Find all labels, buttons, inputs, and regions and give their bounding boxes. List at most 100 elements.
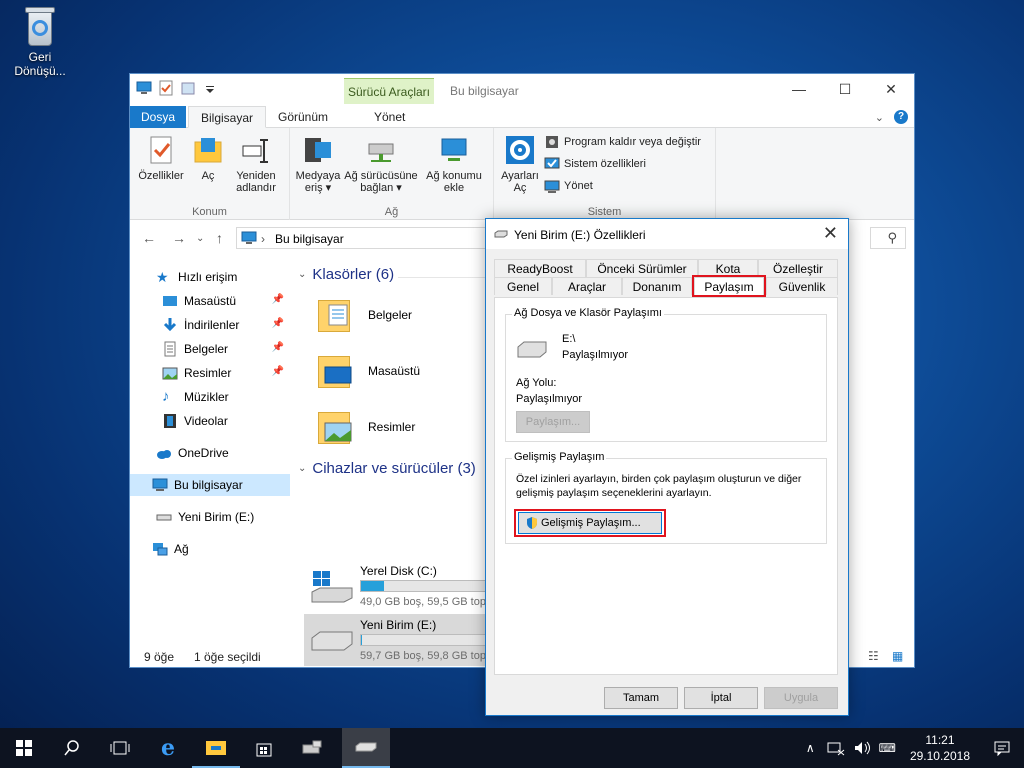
- tiles-view-icon[interactable]: ▦: [892, 649, 903, 663]
- properties-taskbar-button[interactable]: [342, 728, 390, 768]
- ribbon-expand-icon[interactable]: ⌄: [875, 111, 884, 124]
- access-media-button[interactable]: Medyaya eriş ▾: [294, 134, 342, 194]
- clock[interactable]: 11:21 29.10.2018: [910, 732, 970, 764]
- ok-button[interactable]: Tamam: [604, 687, 678, 709]
- properties-button[interactable]: Özellikler: [136, 134, 186, 182]
- add-network-location-button[interactable]: Ağ konumu ekle: [422, 134, 486, 194]
- folder-item[interactable]: Belgeler: [316, 296, 412, 334]
- breadcrumb[interactable]: Bu bilgisayar: [275, 232, 344, 246]
- up-arrow-icon[interactable]: ↑: [216, 230, 223, 246]
- task-view-button[interactable]: [96, 728, 144, 768]
- tab-hardware[interactable]: Donanım: [622, 277, 692, 295]
- computer-icon[interactable]: [136, 80, 152, 96]
- tab-file[interactable]: Dosya: [130, 106, 186, 128]
- minimize-button[interactable]: —: [776, 74, 822, 104]
- map-network-drive-button[interactable]: Ağ sürücüsüne bağlan ▾: [342, 134, 420, 194]
- open-button[interactable]: Aç: [190, 134, 226, 182]
- start-button[interactable]: [0, 728, 48, 768]
- title-bar: Sürücü Araçları Bu bilgisayar — ☐ ✕: [130, 74, 914, 104]
- nav-item-new-volume[interactable]: Yeni Birim (E:): [130, 506, 290, 528]
- edge-icon: e: [161, 735, 175, 761]
- uninstall-program-button[interactable]: Program kaldır veya değiştir: [544, 134, 701, 150]
- tab-general[interactable]: Genel: [494, 277, 552, 295]
- cancel-button[interactable]: İptal: [684, 687, 758, 709]
- back-arrow-icon[interactable]: ←: [142, 230, 156, 246]
- folders-section-header[interactable]: ⌄ Klasörler (6): [298, 266, 394, 283]
- folder-icon: [206, 741, 226, 755]
- volume-icon[interactable]: [853, 740, 871, 756]
- properties-dialog: Yeni Birim (E:) Özellikleri ✕ ReadyBoost…: [485, 218, 849, 716]
- pin-icon[interactable]: 📌: [272, 366, 284, 377]
- search-button[interactable]: [48, 728, 96, 768]
- file-explorer-taskbar-button[interactable]: [192, 728, 240, 768]
- forward-arrow-icon[interactable]: →: [172, 230, 186, 246]
- share-button[interactable]: Paylaşım...: [516, 411, 590, 433]
- folder-item[interactable]: Resimler: [316, 408, 415, 446]
- star-icon: ★: [156, 269, 169, 285]
- nav-item-onedrive[interactable]: OneDrive: [130, 442, 290, 464]
- close-button[interactable]: ✕: [868, 74, 914, 104]
- edge-browser-button[interactable]: e: [144, 728, 192, 768]
- properties-icon: [145, 134, 177, 166]
- system-properties-button[interactable]: Sistem özellikleri: [544, 156, 646, 172]
- tab-previous-versions[interactable]: Önceki Sürümler: [586, 259, 698, 277]
- recycle-bin-desktop-icon[interactable]: Geri Dönüşü...: [8, 6, 72, 78]
- nav-item-videos[interactable]: Videolar: [130, 410, 290, 432]
- tab-readyboost[interactable]: ReadyBoost: [494, 259, 586, 277]
- tab-manage[interactable]: Yönet: [362, 106, 417, 128]
- drive-tools-context-tab[interactable]: Sürücü Araçları: [344, 78, 434, 104]
- ribbon-tabs: Dosya Bilgisayar Görünüm Yönet ⌄ ?: [130, 106, 914, 128]
- selection-count: 1 öğe seçildi: [194, 650, 261, 664]
- advanced-sharing-button[interactable]: Gelişmiş Paylaşım...: [518, 512, 662, 534]
- tab-quota[interactable]: Kota: [698, 259, 758, 277]
- devices-section-header[interactable]: ⌄ Cihazlar ve sürücüler (3): [298, 460, 476, 477]
- breadcrumb-separator-icon: ›: [261, 232, 265, 246]
- folder-item[interactable]: Masaüstü: [316, 352, 420, 390]
- keyboard-language-icon[interactable]: ⌨: [879, 741, 896, 755]
- recent-chevron-icon[interactable]: ⌄: [196, 233, 204, 244]
- properties-check-icon[interactable]: [158, 80, 174, 96]
- drive-tools-taskbar-button[interactable]: [288, 728, 336, 768]
- rename-button[interactable]: Yeniden adlandır: [228, 134, 284, 194]
- network-drive-icon: [365, 134, 397, 166]
- pin-icon[interactable]: 📌: [272, 318, 284, 329]
- desktop-folder-icon: [316, 352, 352, 390]
- apply-button[interactable]: Uygula: [764, 687, 838, 709]
- recycle-bin-label: Geri Dönüşü...: [14, 50, 66, 78]
- action-center-icon[interactable]: [994, 740, 1010, 756]
- tab-view[interactable]: Görünüm: [266, 106, 340, 128]
- nav-item-documents[interactable]: Belgeler 📌: [130, 338, 290, 360]
- store-button[interactable]: [240, 728, 288, 768]
- address-bar[interactable]: › Bu bilgisayar: [236, 227, 486, 249]
- nav-item-this-pc[interactable]: Bu bilgisayar: [130, 474, 290, 496]
- network-icon: [153, 543, 168, 556]
- pin-icon[interactable]: 📌: [272, 342, 284, 353]
- dialog-close-button[interactable]: ✕: [823, 223, 838, 244]
- nav-item-network[interactable]: Ağ: [130, 538, 290, 560]
- nav-item-downloads[interactable]: İndirilenler 📌: [130, 314, 290, 336]
- nav-item-desktop[interactable]: Masaüstü 📌: [130, 290, 290, 312]
- tab-security[interactable]: Güvenlik: [766, 277, 838, 295]
- customize-toolbar-icon[interactable]: [202, 80, 218, 96]
- pin-icon[interactable]: 📌: [272, 294, 284, 305]
- tab-sharing[interactable]: Paylaşım: [692, 275, 766, 297]
- details-view-icon[interactable]: ☷: [868, 649, 879, 663]
- network-status-icon[interactable]: [827, 740, 845, 756]
- help-icon[interactable]: ?: [894, 110, 908, 124]
- show-hidden-icons-chevron-icon[interactable]: ∧: [806, 741, 815, 755]
- group-label: Ağ Dosya ve Klasör Paylaşımı: [512, 307, 664, 319]
- open-settings-button[interactable]: Ayarları Aç: [498, 134, 542, 194]
- nav-item-pictures[interactable]: Resimler 📌: [130, 362, 290, 384]
- nav-item-quick-access[interactable]: ★ Hızlı erişim: [130, 266, 290, 288]
- tab-tools[interactable]: Araçlar: [552, 277, 622, 295]
- uninstall-icon: [546, 136, 558, 148]
- tab-computer[interactable]: Bilgisayar: [188, 106, 267, 128]
- nav-item-music[interactable]: ♪ Müzikler: [130, 386, 290, 408]
- manage-button[interactable]: Yönet: [544, 178, 593, 194]
- drive-item-c[interactable]: Yerel Disk (C:) 49,0 GB boş, 59,5 GB top: [304, 560, 490, 612]
- maximize-button[interactable]: ☐: [822, 74, 868, 104]
- search-input[interactable]: ⚲: [870, 227, 906, 249]
- ribbon-help-area: ⌄ ?: [875, 110, 908, 124]
- tab-customize[interactable]: Özelleştir: [758, 259, 838, 277]
- new-folder-icon[interactable]: [180, 80, 196, 96]
